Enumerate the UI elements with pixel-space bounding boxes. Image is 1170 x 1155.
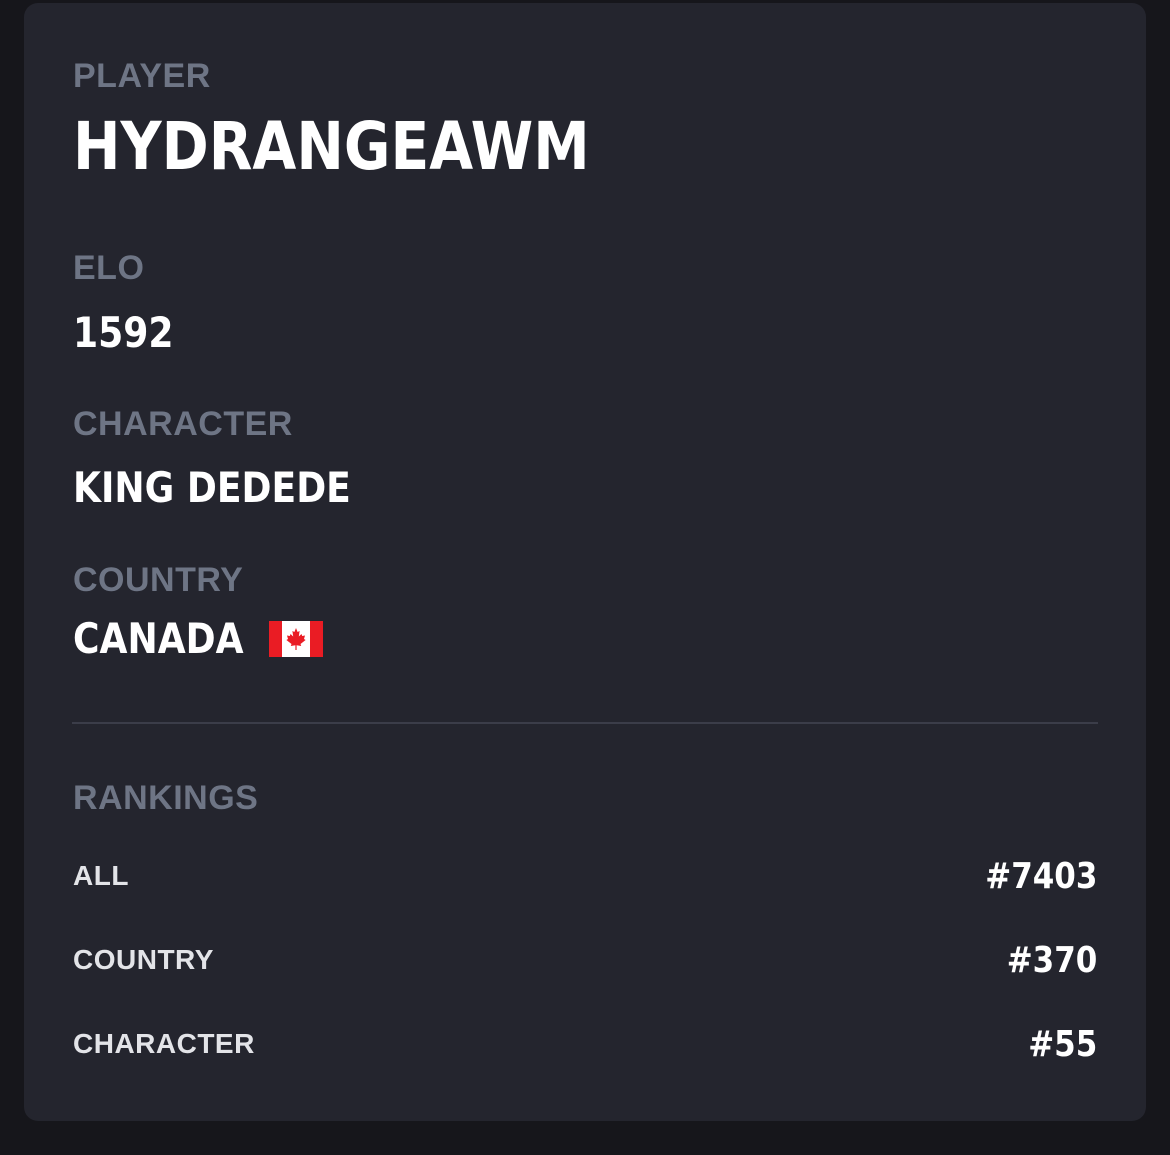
ranking-label: COUNTRY [73, 944, 214, 975]
ranking-label: ALL [73, 860, 129, 891]
ranking-row-country: COUNTRY #370 [73, 938, 1097, 982]
ranking-value: #55 [1027, 1023, 1097, 1065]
flag-center-band [282, 621, 310, 657]
flag-left-band [269, 621, 282, 657]
ranking-value: #7403 [984, 855, 1097, 897]
ranking-value: #370 [1006, 939, 1097, 981]
player-label: PLAYER [73, 57, 211, 95]
canada-flag-icon [269, 621, 323, 657]
ranking-label: CHARACTER [73, 1028, 255, 1059]
country-value: CANADA [73, 614, 244, 663]
rankings-label: RANKINGS [73, 779, 259, 817]
player-profile-card: PLAYER HYDRANGEAWM ELO 1592 CHARACTER KI… [24, 3, 1146, 1121]
country-label: COUNTRY [73, 561, 244, 599]
player-name: HYDRANGEAWM [73, 108, 590, 185]
maple-leaf-icon [286, 628, 306, 650]
country-row: CANADA [73, 614, 323, 664]
character-value: KING DEDEDE [73, 463, 351, 512]
section-divider [72, 722, 1098, 724]
elo-value: 1592 [73, 308, 174, 357]
ranking-row-character: CHARACTER #55 [73, 1022, 1097, 1066]
character-label: CHARACTER [73, 405, 293, 443]
elo-label: ELO [73, 249, 145, 287]
flag-right-band [310, 621, 323, 657]
ranking-row-all: ALL #7403 [73, 854, 1097, 898]
